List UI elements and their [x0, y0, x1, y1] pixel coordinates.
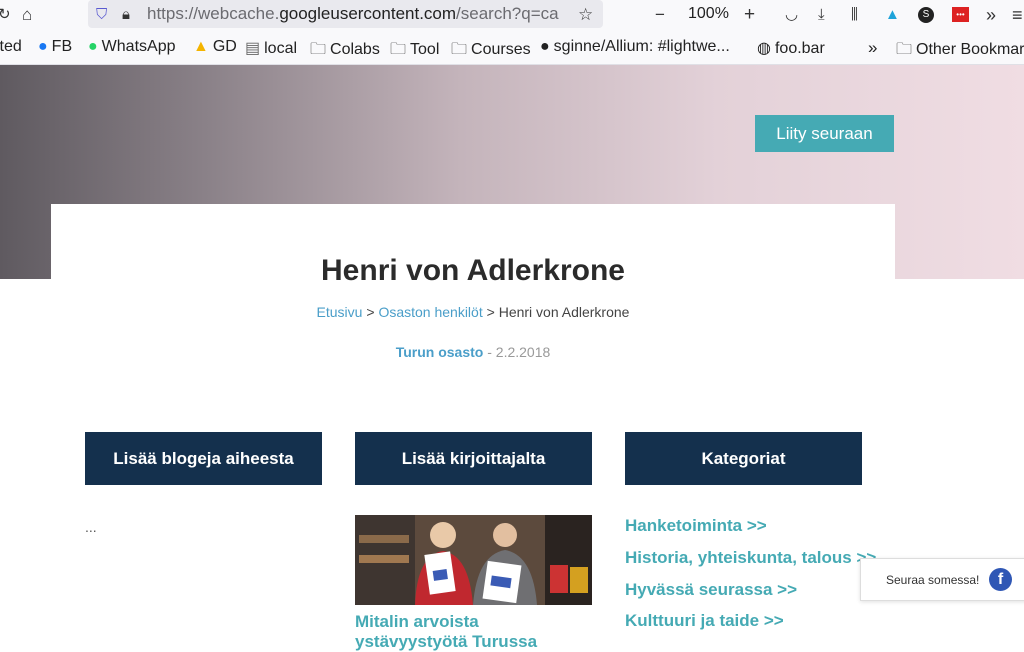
breadcrumb-current: Henri von Adlerkrone: [498, 304, 630, 320]
home-icon[interactable]: ⌂: [22, 0, 32, 30]
page-title: Henri von Adlerkrone: [321, 254, 625, 287]
url-text[interactable]: https://webcache.googleusercontent.com/s…: [147, 4, 573, 24]
publish-date: - 2.2.2018: [483, 344, 551, 360]
browser-toolbar: ↻ ⌂ ⛉ 🔒︎ https://webcache.googleusercont…: [0, 0, 1024, 30]
author-post-link[interactable]: Mitalin arvoista ystävyystyötä Turussa: [355, 612, 595, 652]
shield-icon[interactable]: ⛉: [96, 0, 107, 30]
bookmark-foobar[interactable]: ◍ foo.bar: [757, 38, 825, 58]
social-follow-label: Seuraa somessa!: [886, 573, 980, 587]
article-meta: Turun osasto - 2.2.2018: [0, 344, 946, 360]
zoom-out-icon[interactable]: −: [655, 0, 665, 30]
category-link-hyvassa-seurassa[interactable]: Hyvässä seurassa >>: [625, 580, 797, 600]
extension-s-icon[interactable]: S: [918, 7, 934, 23]
categories-heading: Kategoriat: [625, 432, 862, 485]
facebook-icon[interactable]: f: [989, 568, 1012, 591]
bookmark-gd[interactable]: ▲ GD: [193, 38, 237, 56]
category-link-hanketoiminta[interactable]: Hanketoiminta >>: [625, 516, 767, 536]
github-icon: ●: [540, 38, 550, 55]
bookmark-whatsapp[interactable]: ● WhatsApp: [88, 38, 175, 56]
whatsapp-icon: ●: [88, 38, 98, 55]
post-thumbnail[interactable]: [355, 515, 592, 605]
bookmarks-overflow-icon[interactable]: »: [868, 38, 877, 58]
post-thumbnail-image: [355, 515, 592, 605]
zoom-in-icon[interactable]: +: [744, 0, 755, 30]
server-icon: ▤: [245, 40, 261, 57]
download-icon[interactable]: ⤓: [818, 0, 825, 30]
zoom-level[interactable]: 100%: [688, 5, 729, 23]
join-button[interactable]: Liity seuraan: [755, 115, 894, 152]
bookmark-courses[interactable]: 🗀︎ Courses: [451, 38, 531, 65]
reload-icon[interactable]: ↻: [0, 0, 11, 30]
breadcrumb-home[interactable]: Etusivu: [317, 304, 363, 320]
folder-icon: 🗀︎: [310, 41, 327, 58]
department-link[interactable]: Turun osasto: [396, 344, 484, 360]
author-heading: Lisää kirjoittajalta: [355, 432, 592, 485]
bookmark-other[interactable]: 🗀︎ Other Bookmar: [896, 38, 1024, 65]
article-card: [51, 204, 895, 394]
bookmark-item[interactable]: ited: [0, 38, 22, 56]
bookmark-fb[interactable]: ● FB: [38, 38, 72, 56]
google-drive-icon: ▲: [193, 38, 209, 55]
extension-red-icon[interactable]: •••: [952, 7, 969, 22]
breadcrumb-section[interactable]: Osaston henkilöt: [378, 304, 482, 320]
folder-icon: 🗀︎: [451, 41, 468, 58]
category-link-kulttuuri[interactable]: Kulttuuri ja taide >>: [625, 611, 784, 631]
ghostery-icon[interactable]: ▲: [885, 0, 900, 30]
bookmark-star-icon[interactable]: ☆: [578, 0, 593, 30]
social-follow-widget[interactable]: Seuraa somessa! f: [860, 558, 1024, 601]
bookmark-tool[interactable]: 🗀︎ Tool: [390, 38, 439, 65]
folder-icon: 🗀︎: [896, 41, 913, 58]
folder-icon: 🗀︎: [390, 41, 407, 58]
facebook-icon: ●: [38, 38, 48, 55]
bookmark-colabs[interactable]: 🗀︎ Colabs: [310, 38, 380, 65]
library-icon[interactable]: ⫼: [851, 0, 858, 30]
pocket-icon[interactable]: ◡: [785, 0, 798, 30]
bookmark-github[interactable]: ● sginne/Allium: #lightwe...: [540, 38, 730, 56]
category-link-historia[interactable]: Historia, yhteiskunta, talous >>: [625, 548, 876, 568]
globe-icon: ◍: [757, 40, 771, 57]
blogs-heading: Lisää blogeja aiheesta: [85, 432, 322, 485]
bookmark-local[interactable]: ▤ local: [245, 38, 297, 58]
overflow-menu-icon[interactable]: »: [986, 0, 996, 30]
breadcrumb: Etusivu > Osaston henkilöt > Henri von A…: [316, 304, 630, 320]
blogs-placeholder: ...: [85, 519, 97, 535]
menu-icon[interactable]: ≡: [1012, 0, 1023, 30]
lock-icon[interactable]: 🔒︎: [122, 0, 130, 30]
